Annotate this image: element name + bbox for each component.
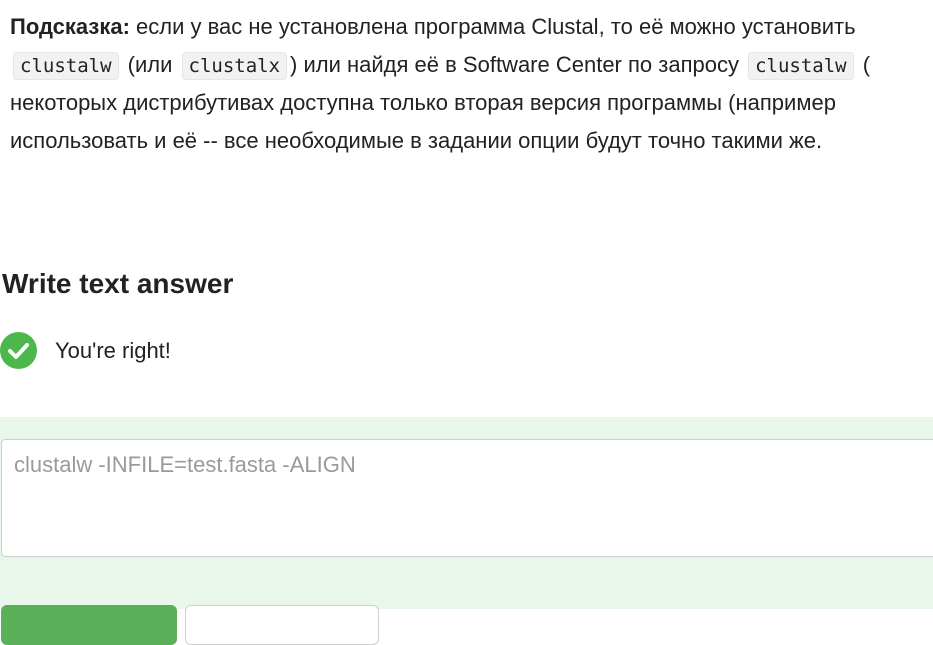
hint-line-3: некоторых дистрибутивах доступна только …: [10, 90, 836, 115]
hint-line-1: Подсказка: если у вас не установлена про…: [10, 8, 933, 46]
hint-line-2-part-1: (или: [127, 52, 173, 77]
hint-line-2: clustalw (или clustalx) или найдя её в S…: [10, 46, 933, 84]
hint-label: Подсказка:: [10, 14, 130, 39]
check-circle-icon: [0, 332, 37, 369]
code-clustalw-search: clustalw: [748, 52, 854, 80]
answer-panel: clustalw -INFILE=test.fasta -ALIGN: [0, 417, 933, 645]
hint-line-4: использовать и её -- все необходимые в з…: [10, 128, 823, 153]
section-title: Write text answer: [2, 268, 234, 299]
code-clustalx: clustalx: [181, 52, 288, 80]
primary-action-button[interactable]: [1, 605, 177, 645]
hint-line-2-end: (: [862, 52, 871, 77]
feedback-message: You're right!: [0, 332, 171, 369]
secondary-action-button[interactable]: [185, 605, 379, 645]
code-clustalw: clustalw: [13, 52, 119, 80]
hint-text: Подсказка: если у вас не установлена про…: [10, 8, 933, 160]
hint-line-1-text: если у вас не установлена программа Clus…: [129, 14, 856, 39]
feedback-text: You're right!: [55, 337, 171, 363]
hint-line-2-part-2: ) или найдя её в Software Center по запр…: [290, 52, 739, 77]
answer-textarea[interactable]: clustalw -INFILE=test.fasta -ALIGN: [1, 439, 933, 557]
